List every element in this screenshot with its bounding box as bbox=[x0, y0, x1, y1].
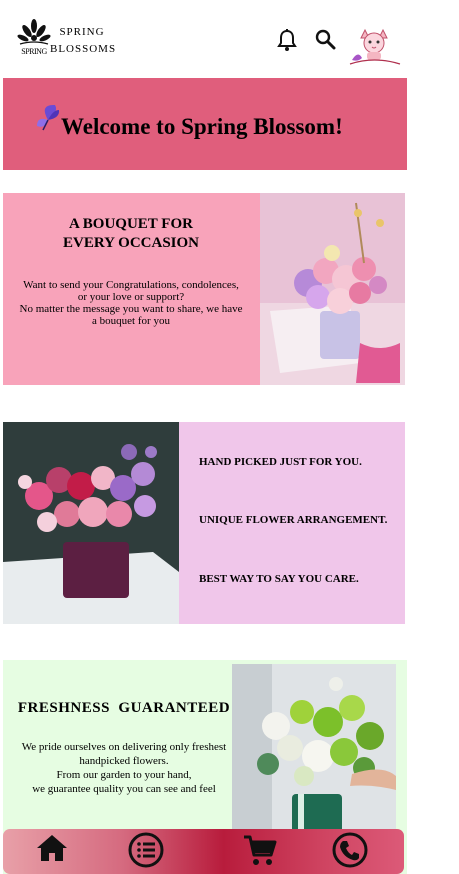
bouquet-description: Want to send your Congratulations, condo… bbox=[9, 279, 253, 327]
welcome-heading: Welcome to Spring Blossom! bbox=[61, 114, 343, 139]
home-icon[interactable] bbox=[33, 831, 71, 869]
search-icon[interactable] bbox=[314, 28, 336, 52]
bouquet-section: A BOUQUET FOR EVERY OCCASION Want to sen… bbox=[3, 193, 405, 385]
fresh-body-line-2: handpicked flowers. bbox=[79, 755, 169, 767]
freshness-heading: FRESHNESS GUARANTEED bbox=[17, 700, 231, 716]
phone-icon[interactable] bbox=[331, 831, 369, 869]
cart-icon[interactable] bbox=[241, 831, 279, 869]
brand-line-1: SPRING bbox=[59, 26, 105, 38]
bottom-nav bbox=[3, 829, 404, 874]
welcome-banner: Welcome to Spring Blossom! bbox=[3, 78, 407, 170]
brand-line-2: BLOSSOMS bbox=[50, 43, 117, 55]
bouquet-heading-line-2: EVERY OCCASION bbox=[62, 235, 200, 251]
freshness-description: We pride ourselves on delivering only fr… bbox=[7, 740, 241, 796]
hand-picked-section: HAND PICKED JUST FOR YOU. UNIQUE FLOWER … bbox=[3, 422, 405, 624]
menu-list-icon[interactable] bbox=[127, 831, 165, 869]
cat-avatar-icon[interactable] bbox=[348, 26, 402, 68]
bouquet-heading-line-1: A BOUQUET FOR bbox=[69, 216, 193, 232]
logo-text: SPRING bbox=[21, 47, 47, 56]
fresh-body-line-4: we guarantee quality you can see and fee… bbox=[32, 783, 216, 795]
feature-item-hand-picked: HAND PICKED JUST FOR YOU. bbox=[199, 456, 362, 468]
fresh-body-line-1: We pride ourselves on delivering only fr… bbox=[21, 741, 227, 753]
bouquet-body-line-2: or your love or support? bbox=[77, 291, 185, 303]
bouquet-photo bbox=[260, 193, 405, 385]
lotus-logo-icon[interactable]: SPRING bbox=[16, 16, 52, 62]
fresh-body-line-3: From our garden to your hand, bbox=[56, 769, 192, 781]
brand-name: SPRING BLOSSOMS bbox=[50, 24, 117, 58]
butterfly-icon bbox=[33, 102, 63, 132]
bouquet-body-line-3: No matter the message you want to share,… bbox=[19, 303, 243, 315]
flower-box-photo bbox=[3, 422, 179, 624]
bouquet-body-line-4: a bouquet for you bbox=[92, 315, 170, 327]
feature-item-care: BEST WAY TO SAY YOU CARE. bbox=[199, 573, 359, 585]
app-header: SPRING SPRING BLOSSOMS bbox=[0, 0, 459, 78]
bell-icon[interactable] bbox=[276, 28, 298, 52]
bouquet-body-line-1: Want to send your Congratulations, condo… bbox=[23, 279, 239, 291]
bouquet-heading: A BOUQUET FOR EVERY OCCASION bbox=[3, 215, 259, 253]
feature-item-unique: UNIQUE FLOWER ARRANGEMENT. bbox=[199, 514, 388, 526]
